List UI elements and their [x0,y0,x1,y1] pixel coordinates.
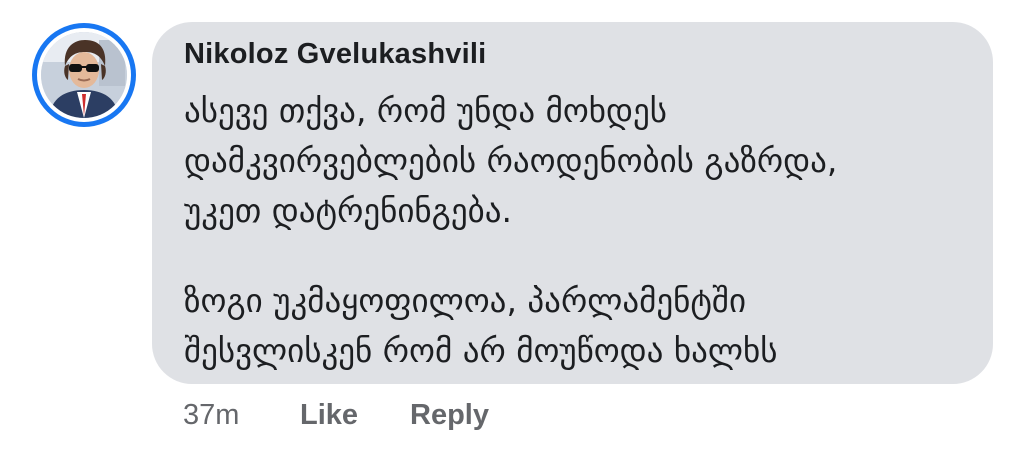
comment-thread: Nikoloz Gvelukashvili ასევე თქვა, რომ უნ… [0,0,1024,468]
avatar[interactable] [41,32,127,118]
avatar-ring-gap [37,28,131,122]
avatar-photo-icon [41,32,127,118]
avatar-story-ring[interactable] [32,23,136,127]
reply-button[interactable]: Reply [410,399,489,432]
comment-line-3: უკეთ დატრენინგება. [184,191,512,230]
like-button[interactable]: Like [300,399,358,432]
comment-line-2: დამკვირვებლების რაოდენობის გაზრდა, [184,141,838,180]
comment-line-4: ზოგი უკმაყოფილოა, პარლამენტში [184,281,747,320]
comment-text: ასევე თქვა, რომ უნდა მოხდეს დამკვირვებლე… [184,86,974,376]
comment-line-1: ასევე თქვა, რომ უნდა მოხდეს [184,91,667,130]
comment-timestamp[interactable]: 37m [183,399,239,432]
comment-author-name[interactable]: Nikoloz Gvelukashvili [184,38,486,71]
comment-line-5: შესვლისკენ რომ არ მოუწოდა ხალხს [184,331,778,370]
